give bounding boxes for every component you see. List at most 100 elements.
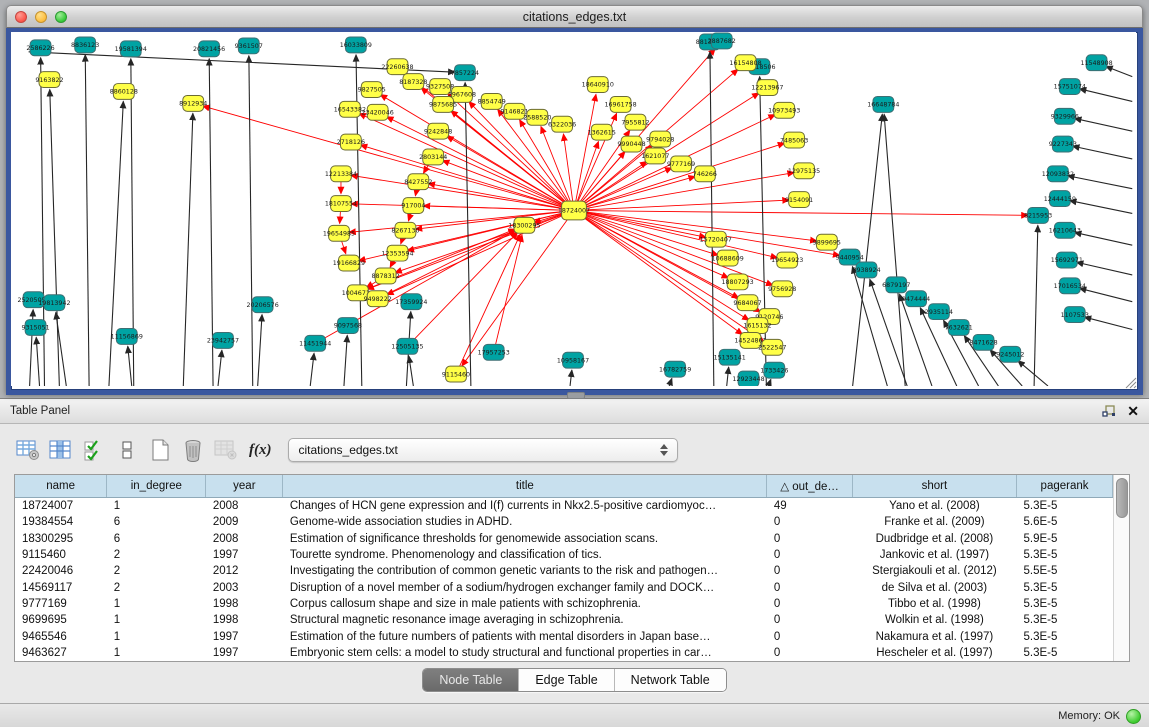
table-cell[interactable]: Jankovic et al. (1997) — [852, 547, 1016, 563]
table-cell[interactable]: 0 — [767, 547, 852, 563]
show-columns-icon[interactable] — [49, 438, 73, 462]
table-cell[interactable]: Yano et al. (2008) — [852, 498, 1016, 515]
table-cell[interactable]: Wolkin et al. (1998) — [852, 612, 1016, 628]
table-cell[interactable]: 5.6E-5 — [1016, 514, 1112, 530]
table-cell[interactable]: Hescheler et al. (1997) — [852, 645, 1016, 661]
column-header[interactable]: year — [206, 475, 283, 498]
table-cell[interactable]: 0 — [767, 612, 852, 628]
table-cell[interactable]: 5.3E-5 — [1016, 612, 1112, 628]
table-cell[interactable]: 1997 — [206, 645, 283, 661]
table-row[interactable]: 1830029562008Estimation of significance … — [15, 531, 1113, 547]
table-row[interactable]: 969969511998Structural magnetic resonanc… — [15, 612, 1113, 628]
table-cell[interactable]: Franke et al. (2009) — [852, 514, 1016, 530]
table-cell[interactable]: 9115460 — [15, 547, 107, 563]
table-cell[interactable]: Estimation of the future numbers of pati… — [283, 628, 767, 644]
table-cell[interactable]: 5.3E-5 — [1016, 547, 1112, 563]
table-cell[interactable]: Structural magnetic resonance image aver… — [283, 612, 767, 628]
splitter-handle[interactable] — [567, 392, 585, 399]
table-cell[interactable]: Corpus callosum shape and size in male p… — [283, 596, 767, 612]
row-selection-icon[interactable] — [82, 438, 106, 462]
table-cell[interactable]: Embryonic stem cells: a model to study s… — [283, 645, 767, 661]
table-cell[interactable]: 0 — [767, 596, 852, 612]
table-cell[interactable]: 1 — [107, 498, 206, 515]
table-cell[interactable]: 1997 — [206, 547, 283, 563]
table-row[interactable]: 911546021997Tourette syndrome. Phenomeno… — [15, 547, 1113, 563]
table-cell[interactable]: 5.3E-5 — [1016, 596, 1112, 612]
tab-node-table[interactable]: Node Table — [423, 669, 519, 691]
table-row[interactable]: 946554611997Estimation of the future num… — [15, 628, 1113, 644]
table-cell[interactable]: 18724007 — [15, 498, 107, 515]
table-cell[interactable]: de Silva et al. (2003) — [852, 579, 1016, 595]
table-cell[interactable]: 2 — [107, 563, 206, 579]
table-cell[interactable]: 2 — [107, 579, 206, 595]
table-cell[interactable]: 5.3E-5 — [1016, 645, 1112, 661]
table-cell[interactable]: 2008 — [206, 531, 283, 547]
table-cell[interactable]: Investigating the contribution of common… — [283, 563, 767, 579]
table-cell[interactable]: 5.9E-5 — [1016, 531, 1112, 547]
table-cell[interactable]: 5.3E-5 — [1016, 498, 1112, 515]
table-cell[interactable]: 0 — [767, 563, 852, 579]
table-cell[interactable]: 18300295 — [15, 531, 107, 547]
table-cell[interactable]: Estimation of significance thresholds fo… — [283, 531, 767, 547]
table-row[interactable]: 1456911722003Disruption of a novel membe… — [15, 579, 1113, 595]
table-cell[interactable]: Tourette syndrome. Phenomenology and cla… — [283, 547, 767, 563]
network-canvas[interactable]: 2586226883612319581394208214569361507160… — [11, 32, 1136, 386]
table-cell[interactable]: 1 — [107, 596, 206, 612]
table-cell[interactable]: 1997 — [206, 628, 283, 644]
table-cell[interactable]: 6 — [107, 514, 206, 530]
table-scrollbar-thumb[interactable] — [1116, 478, 1128, 518]
resize-grip-icon[interactable] — [1123, 375, 1137, 389]
table-cell[interactable]: 2 — [107, 547, 206, 563]
table-cell[interactable]: 6 — [107, 531, 206, 547]
column-header[interactable]: short — [852, 475, 1016, 498]
column-header[interactable]: name — [15, 475, 107, 498]
table-cell[interactable]: 22420046 — [15, 563, 107, 579]
table-cell[interactable]: 5.5E-5 — [1016, 563, 1112, 579]
table-cell[interactable]: Dudbridge et al. (2008) — [852, 531, 1016, 547]
table-cell[interactable]: 2008 — [206, 498, 283, 515]
table-cell[interactable]: 49 — [767, 498, 852, 515]
table-cell[interactable]: Changes of HCN gene expression and I(f) … — [283, 498, 767, 515]
table-cell[interactable]: Stergiakouli et al. (2012) — [852, 563, 1016, 579]
table-cell[interactable]: 1 — [107, 628, 206, 644]
table-mode-icon[interactable] — [16, 438, 40, 462]
table-cell[interactable]: 1 — [107, 612, 206, 628]
table-cell[interactable]: 9777169 — [15, 596, 107, 612]
table-scrollbar[interactable] — [1113, 475, 1129, 661]
table-cell[interactable]: 14569117 — [15, 579, 107, 595]
table-row[interactable]: 946362711997Embryonic stem cells: a mode… — [15, 645, 1113, 661]
table-cell[interactable]: Disruption of a novel member of a sodium… — [283, 579, 767, 595]
table-cell[interactable]: 9699695 — [15, 612, 107, 628]
table-cell[interactable]: 9465546 — [15, 628, 107, 644]
table-cell[interactable]: 5.3E-5 — [1016, 579, 1112, 595]
table-cell[interactable]: Genome-wide association studies in ADHD. — [283, 514, 767, 530]
table-cell[interactable]: Tibbo et al. (1998) — [852, 596, 1016, 612]
table-cell[interactable]: Nakamura et al. (1997) — [852, 628, 1016, 644]
table-cell[interactable]: 0 — [767, 514, 852, 530]
new-column-icon[interactable] — [148, 438, 172, 462]
table-cell[interactable]: 2012 — [206, 563, 283, 579]
table-cell[interactable]: 2003 — [206, 579, 283, 595]
column-header[interactable]: in_degree — [107, 475, 206, 498]
table-row[interactable]: 2242004622012Investigating the contribut… — [15, 563, 1113, 579]
table-row[interactable]: 1938455462009Genome-wide association stu… — [15, 514, 1113, 530]
column-header[interactable]: △ out_de… — [767, 475, 852, 498]
column-header[interactable]: pagerank — [1016, 475, 1112, 498]
table-cell[interactable]: 9463627 — [15, 645, 107, 661]
delete-column-icon[interactable] — [181, 438, 205, 462]
table-row[interactable]: 1872400712008Changes of HCN gene express… — [15, 498, 1113, 515]
column-header[interactable]: title — [283, 475, 767, 498]
table-cell[interactable]: 0 — [767, 645, 852, 661]
rows-icon[interactable] — [115, 438, 139, 462]
function-builder-icon[interactable]: f(x) — [249, 442, 272, 459]
table-selector-dropdown[interactable]: citations_edges.txt — [288, 438, 678, 462]
table-cell[interactable]: 1998 — [206, 596, 283, 612]
close-panel-icon[interactable]: ✕ — [1127, 404, 1139, 418]
float-panel-icon[interactable] — [1102, 405, 1117, 418]
table-cell[interactable]: 1998 — [206, 612, 283, 628]
tab-network-table[interactable]: Network Table — [615, 669, 726, 691]
table-cell[interactable]: 2009 — [206, 514, 283, 530]
network-window-titlebar[interactable]: citations_edges.txt — [6, 5, 1143, 28]
table-row[interactable]: 977716911998Corpus callosum shape and si… — [15, 596, 1113, 612]
table-cell[interactable]: 0 — [767, 531, 852, 547]
